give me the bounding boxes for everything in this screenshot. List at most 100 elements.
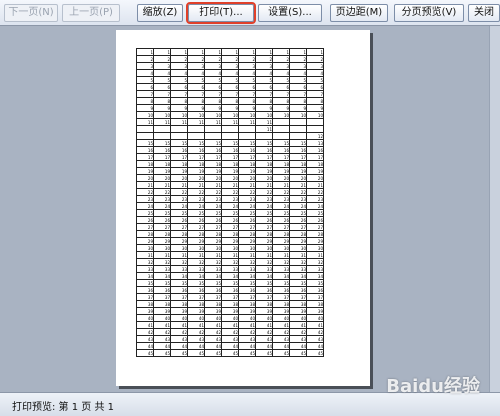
table-cell: 41: [238, 321, 256, 329]
table-cell: [221, 132, 239, 140]
table-cell: 42: [221, 328, 239, 336]
preview-area[interactable]: 1111111111122222222222333333333334444444…: [0, 26, 500, 392]
table-cell: 24: [187, 202, 205, 210]
table-cell: 24: [289, 202, 307, 210]
table-cell: 34: [238, 272, 256, 280]
prev-page-button[interactable]: 上一页(P): [62, 4, 120, 22]
table-cell: 5: [221, 76, 239, 84]
table-cell: 18: [306, 160, 324, 168]
table-cell: 34: [272, 272, 290, 280]
table-cell: 17: [170, 153, 188, 161]
table-cell: 40: [238, 314, 256, 322]
table-cell: 35: [170, 279, 188, 287]
table-cell: [289, 118, 307, 126]
table-cell: 25: [187, 209, 205, 217]
table-cell: 8: [170, 97, 188, 105]
table-cell: 25: [170, 209, 188, 217]
table-cell: 29: [204, 237, 222, 245]
close-button[interactable]: 关闭: [468, 4, 500, 22]
table-cell: 10: [170, 111, 188, 119]
table-cell: 2: [153, 55, 171, 63]
table-cell: 32: [153, 258, 171, 266]
table-cell: 31: [170, 251, 188, 259]
table-cell: 28: [272, 230, 290, 238]
table-cell: 17: [187, 153, 205, 161]
table-cell: 34: [170, 272, 188, 280]
print-button[interactable]: 打印(T)...: [186, 2, 256, 24]
table-cell: 15: [187, 139, 205, 147]
table-cell: 25: [136, 209, 154, 217]
spreadsheet-grid: 1111111111122222222222333333333334444444…: [136, 48, 324, 357]
table-cell: [153, 132, 171, 140]
table-cell: 29: [187, 237, 205, 245]
table-cell: 30: [255, 244, 273, 252]
table-cell: 10: [136, 111, 154, 119]
table-cell: 21: [238, 181, 256, 189]
table-cell: 31: [272, 251, 290, 259]
table-cell: 20: [272, 174, 290, 182]
table-cell: 31: [187, 251, 205, 259]
table-cell: 39: [187, 307, 205, 315]
table-cell: 9: [238, 104, 256, 112]
table-cell: 1: [136, 48, 154, 56]
table-cell: 21: [221, 181, 239, 189]
table-cell: 10: [238, 111, 256, 119]
table-cell: 22: [289, 188, 307, 196]
table-cell: 18: [255, 160, 273, 168]
table-cell: 17: [221, 153, 239, 161]
table-cell: 9: [170, 104, 188, 112]
table-cell: 33: [204, 265, 222, 273]
table-cell: 42: [289, 328, 307, 336]
table-cell: 31: [306, 251, 324, 259]
margins-button[interactable]: 页边距(M): [330, 4, 388, 22]
table-cell: 9: [306, 104, 324, 112]
table-cell: 22: [136, 188, 154, 196]
table-cell: 37: [238, 293, 256, 301]
table-cell: 38: [289, 300, 307, 308]
table-cell: 1: [289, 48, 307, 56]
table-cell: 23: [238, 195, 256, 203]
table-cell: 1: [153, 48, 171, 56]
table-row: 15 15 15 15 15 15 15 15 15 15 13: [136, 139, 324, 147]
table-cell: 25: [221, 209, 239, 217]
table-cell: [272, 118, 290, 126]
table-cell: 17: [238, 153, 256, 161]
page-break-preview-button[interactable]: 分页预览(V): [394, 4, 464, 22]
table-cell: 28: [170, 230, 188, 238]
table-cell: 21: [289, 181, 307, 189]
table-cell: 9: [204, 104, 222, 112]
table-cell: 3: [272, 62, 290, 70]
table-cell: [187, 125, 205, 133]
table-cell: 45: [221, 349, 239, 357]
zoom-button[interactable]: 缩放(Z): [137, 4, 183, 22]
table-cell: 10: [289, 111, 307, 119]
table-cell: [289, 132, 307, 140]
table-cell: 6: [187, 83, 205, 91]
table-cell: 37: [187, 293, 205, 301]
table-cell: 15: [255, 139, 273, 147]
table-cell: 10: [255, 111, 273, 119]
table-cell: 15: [289, 139, 307, 147]
table-cell: 30: [221, 244, 239, 252]
setup-button[interactable]: 设置(S)...: [258, 4, 322, 22]
table-cell: 15: [272, 139, 290, 147]
table-cell: 33: [187, 265, 205, 273]
table-cell: 23: [170, 195, 188, 203]
table-cell: 21: [153, 181, 171, 189]
table-row: 11111111111: [136, 48, 324, 56]
table-cell: 33: [221, 265, 239, 273]
table-cell: 20: [153, 174, 171, 182]
next-page-button[interactable]: 下一页(N): [4, 4, 58, 22]
table-cell: 45: [238, 349, 256, 357]
table-cell: 3: [221, 62, 239, 70]
table-cell: 3: [187, 62, 205, 70]
table-cell: 44: [170, 342, 188, 350]
table-cell: 20: [289, 174, 307, 182]
table-cell: 5: [153, 76, 171, 84]
table-cell: 43: [221, 335, 239, 343]
table-cell: 38: [221, 300, 239, 308]
vertical-scrollbar[interactable]: [489, 26, 500, 392]
table-cell: 35: [255, 279, 273, 287]
table-cell: 37: [255, 293, 273, 301]
table-cell: 42: [187, 328, 205, 336]
